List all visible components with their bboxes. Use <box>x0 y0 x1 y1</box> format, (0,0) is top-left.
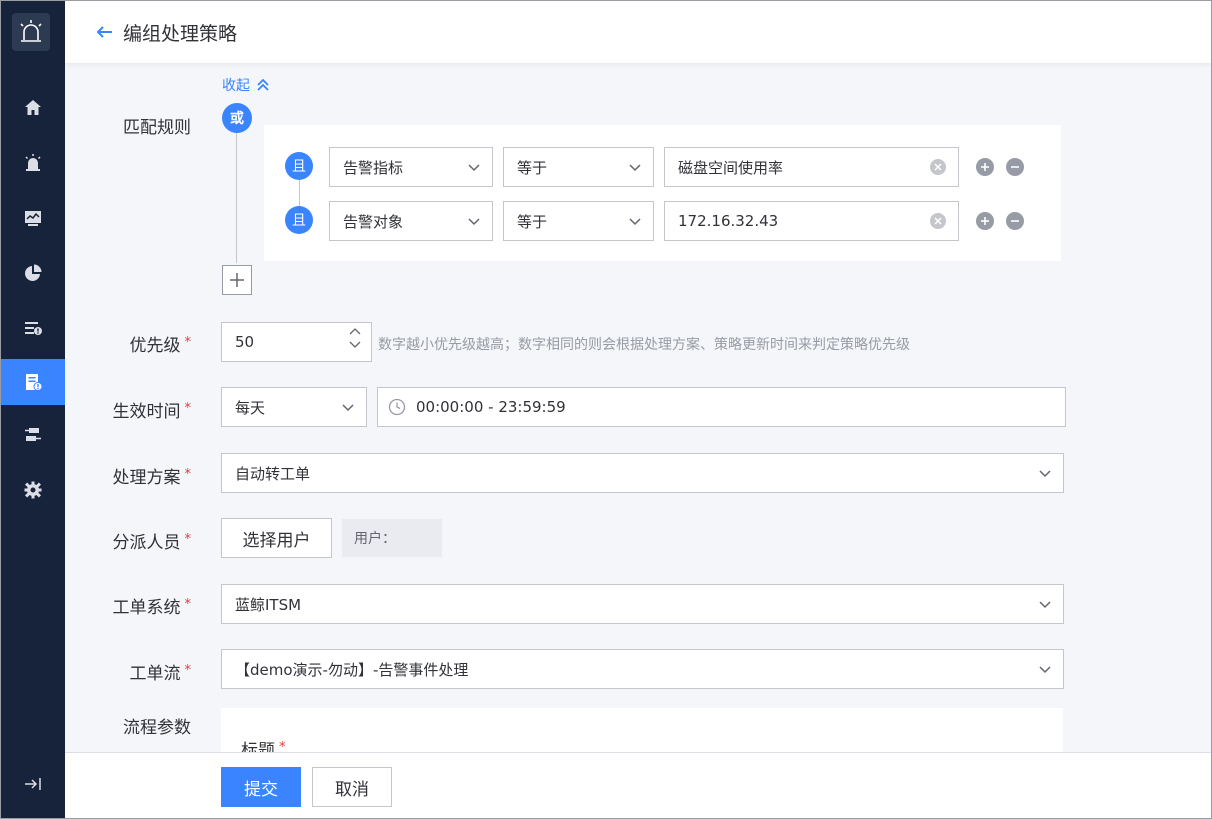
nav-workflow[interactable] <box>1 412 65 458</box>
chevron-down-icon <box>1039 601 1051 609</box>
priority-value: 50 <box>235 333 255 351</box>
collapse-rules-label: 收起 <box>222 78 250 94</box>
handling-plan-label: 处理方案 * <box>112 467 192 488</box>
chevron-down-icon <box>468 164 480 172</box>
users-prefix-label: 用户： <box>354 531 396 547</box>
match-rules-label: 匹配规则 <box>123 118 191 138</box>
time-range-value: 00:00:00 - 23:59:59 <box>416 398 566 416</box>
priority-hint: 数字越小优先级越高；数字相同的则会根据处理方案、策略更新时间来判定策略优先级 <box>378 337 910 353</box>
or-logic-badge[interactable]: 或 <box>222 103 252 133</box>
and-logic-badge[interactable]: 且 <box>285 152 313 180</box>
param-title-label: 标题 * <box>241 740 286 752</box>
nav-monitor[interactable] <box>1 195 65 241</box>
condition-value-input[interactable]: 磁盘空间使用率 <box>664 147 959 187</box>
chevron-down-icon <box>1039 470 1051 478</box>
pie-chart-icon <box>25 264 42 281</box>
nav-alarm[interactable] <box>1 140 65 186</box>
condition-value-text: 172.16.32.43 <box>678 212 779 230</box>
condition-field-value: 告警对象 <box>343 212 404 231</box>
condition-operator-select[interactable]: 等于 <box>503 147 654 187</box>
alarm-icon <box>25 154 41 171</box>
collapse-rules-link[interactable]: 收起 <box>222 75 270 95</box>
add-condition-icon[interactable] <box>976 158 994 176</box>
double-chevron-up-icon <box>257 78 269 91</box>
flow-params-label: 流程参数 <box>123 718 191 738</box>
clock-icon <box>388 398 406 416</box>
app-logo-icon[interactable] <box>12 13 50 51</box>
form-footer: 提交 取消 <box>65 752 1211 818</box>
effective-time-label: 生效时间 * <box>112 401 192 422</box>
ticket-system-select[interactable]: 蓝鲸ITSM <box>221 584 1064 624</box>
time-period-value: 每天 <box>235 398 266 417</box>
home-icon <box>25 100 41 115</box>
app-window: 编组处理策略 匹配规则 收起 或 且 告警指标 等于 磁盘空间使用率 且 告警对… <box>0 0 1212 819</box>
priority-stepper[interactable] <box>349 327 361 349</box>
page-title: 编组处理策略 <box>123 22 238 45</box>
and-logic-badge[interactable]: 且 <box>285 206 313 234</box>
condition-operator-select[interactable]: 等于 <box>503 201 654 241</box>
nav-dashboard[interactable] <box>1 250 65 296</box>
remove-condition-icon[interactable] <box>1006 158 1024 176</box>
add-condition-icon[interactable] <box>976 212 994 230</box>
chevron-down-icon <box>629 164 641 172</box>
event-list-icon <box>25 322 42 335</box>
cancel-button[interactable]: 取消 <box>312 767 392 807</box>
add-rule-group-button[interactable] <box>222 265 252 295</box>
ticket-flow-label: 工单流 * <box>129 663 192 684</box>
time-period-select[interactable]: 每天 <box>221 387 367 427</box>
nav-events[interactable] <box>1 305 65 351</box>
select-user-button[interactable]: 选择用户 <box>221 518 332 558</box>
remove-condition-icon[interactable] <box>1006 212 1024 230</box>
strategy-form: 匹配规则 收起 或 且 告警指标 等于 磁盘空间使用率 且 告警对象 等于 17… <box>65 63 1211 752</box>
rule-group-panel: 且 告警指标 等于 磁盘空间使用率 且 告警对象 等于 172.16.32.43 <box>264 125 1061 261</box>
chevron-down-icon <box>1039 666 1051 674</box>
workflow-icon <box>25 428 41 441</box>
chevron-up-icon[interactable] <box>349 327 361 335</box>
condition-value-text: 磁盘空间使用率 <box>678 158 784 177</box>
flow-params-panel: 标题 * <box>221 708 1063 752</box>
handling-plan-select[interactable]: 自动转工单 <box>221 453 1064 493</box>
condition-field-select[interactable]: 告警对象 <box>329 201 493 241</box>
collapse-sidebar-icon <box>25 778 41 790</box>
priority-label: 优先级 * <box>129 335 192 356</box>
ticket-system-value: 蓝鲸ITSM <box>235 595 302 614</box>
condition-value-input[interactable]: 172.16.32.43 <box>664 201 959 241</box>
condition-operator-value: 等于 <box>517 212 548 231</box>
or-connector-line <box>236 133 237 263</box>
chevron-down-icon <box>629 218 641 226</box>
gear-icon <box>24 481 42 499</box>
priority-input[interactable]: 50 <box>221 322 372 362</box>
nav-settings[interactable] <box>1 467 65 513</box>
handling-plan-value: 自动转工单 <box>235 464 311 483</box>
submit-button[interactable]: 提交 <box>221 767 301 807</box>
clear-icon[interactable] <box>930 159 946 175</box>
ticket-system-label: 工单系统 * <box>112 597 192 618</box>
ticket-flow-select[interactable]: 【demo演示-勿动】-告警事件处理 <box>221 649 1064 689</box>
page-header: 编组处理策略 <box>65 1 1211 63</box>
nav-home[interactable] <box>1 85 65 131</box>
condition-field-select[interactable]: 告警指标 <box>329 147 493 187</box>
selected-users-display: 用户： <box>342 519 442 557</box>
sidebar <box>1 1 65 818</box>
condition-field-value: 告警指标 <box>343 158 404 177</box>
monitor-chart-icon <box>25 211 41 226</box>
clear-icon[interactable] <box>930 213 946 229</box>
ticket-flow-value: 【demo演示-勿动】-告警事件处理 <box>235 660 469 679</box>
chevron-down-icon[interactable] <box>349 341 361 349</box>
collapse-sidebar-button[interactable] <box>1 766 65 802</box>
chevron-down-icon <box>468 218 480 226</box>
condition-operator-value: 等于 <box>517 158 548 177</box>
time-range-picker[interactable]: 00:00:00 - 23:59:59 <box>377 387 1066 427</box>
chevron-down-icon <box>342 404 354 412</box>
back-arrow-icon[interactable] <box>95 22 115 42</box>
assignee-label: 分派人员 * <box>112 532 192 553</box>
strategy-doc-icon <box>26 374 43 391</box>
plus-icon <box>230 273 244 287</box>
nav-strategy[interactable] <box>1 359 65 405</box>
